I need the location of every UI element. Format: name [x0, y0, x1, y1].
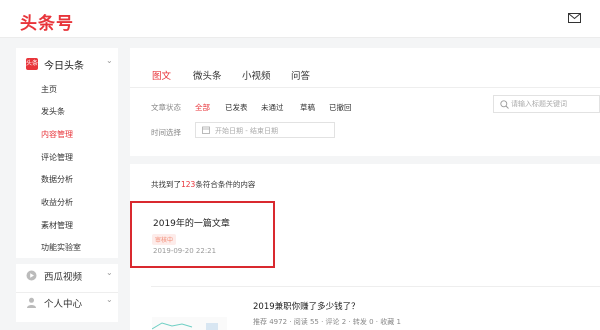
- sidebar-section-xigua[interactable]: 西瓜视频 ⌄: [26, 268, 114, 284]
- article-title[interactable]: 2019兼职你赚了多少钱了？: [253, 300, 360, 312]
- article-thumbnail[interactable]: [152, 317, 227, 330]
- status-option-withdrawn[interactable]: 已撤回: [329, 102, 352, 113]
- article-title[interactable]: 2019年的一篇文章: [153, 216, 230, 229]
- article-stats: 推荐 4972 · 阅读 55 · 评论 2 · 转发 0 · 收藏 1: [253, 318, 401, 326]
- sidebar-item-publish[interactable]: 发头条: [41, 106, 65, 117]
- toutiao-logo[interactable]: 头条号: [20, 9, 74, 34]
- tab-short-videos[interactable]: 小视频: [242, 68, 271, 82]
- search-input[interactable]: [511, 98, 599, 110]
- chevron-down-icon: ⌄: [106, 295, 113, 304]
- search-box[interactable]: [493, 95, 600, 113]
- tab-articles[interactable]: 图文: [152, 68, 171, 82]
- results-panel: 共找到了123条符合条件的内容 2019年的一篇文章 审核中 2019-09-2…: [130, 164, 600, 330]
- search-icon: [500, 100, 509, 109]
- result-count-number: 123: [181, 180, 196, 189]
- status-option-draft[interactable]: 草稿: [300, 102, 315, 113]
- article-card-highlighted[interactable]: 2019年的一篇文章 审核中 2019-09-20 22:21: [130, 201, 275, 268]
- time-filter-label: 时间选择: [151, 128, 181, 137]
- status-filter-label: 文章状态: [151, 103, 181, 112]
- sidebar-item-revenue[interactable]: 收益分析: [41, 197, 73, 208]
- chevron-down-icon: ⌄: [106, 56, 113, 65]
- result-count: 共找到了123条符合条件的内容: [151, 179, 255, 190]
- status-option-rejected[interactable]: 未通过: [261, 102, 284, 113]
- date-range-placeholder: 开始日期 - 结束日期: [215, 127, 278, 135]
- user-icon: [27, 297, 36, 308]
- calendar-icon: [202, 126, 210, 134]
- sidebar-item-materials[interactable]: 素材管理: [41, 220, 73, 231]
- article-date: 2019-09-20 22:21: [153, 247, 217, 255]
- date-range-picker[interactable]: 开始日期 - 结束日期: [195, 122, 335, 138]
- status-badge: 审核中: [152, 234, 177, 245]
- result-count-prefix: 共找到了: [151, 180, 181, 189]
- mail-icon[interactable]: [568, 13, 581, 23]
- divider: [151, 286, 600, 287]
- top-bar: 头条号: [0, 0, 600, 38]
- sidebar-section-toutiao[interactable]: 头条 今日头条 ⌄: [26, 56, 114, 72]
- sidebar-section-personal[interactable]: 个人中心 ⌄: [26, 295, 114, 311]
- sidebar-item-content-management[interactable]: 内容管理: [41, 129, 73, 140]
- result-count-suffix: 条符合条件的内容: [195, 180, 256, 189]
- sidebar-item-comments[interactable]: 评论管理: [41, 152, 73, 163]
- filter-panel: 图文 微头条 小视频 问答 文章状态 全部 已发表 未通过 草稿 已撤回 时间选…: [130, 48, 600, 156]
- status-option-published[interactable]: 已发表: [225, 102, 248, 113]
- sidebar-item-home[interactable]: 主页: [41, 84, 57, 95]
- toutiao-badge-icon: 头条: [26, 58, 38, 70]
- tab-micro-headlines[interactable]: 微头条: [193, 68, 222, 82]
- chevron-down-icon: ⌄: [106, 268, 113, 277]
- sidebar-secondary: 西瓜视频 ⌄ 个人中心 ⌄: [16, 264, 118, 322]
- sidebar-nav: 头条 今日头条 ⌄ 主页 发头条 内容管理 评论管理 数据分析 收益分析 素材管…: [16, 48, 118, 258]
- sidebar-section-label: 个人中心: [44, 299, 83, 310]
- xigua-icon: [26, 270, 37, 281]
- sidebar-section-label: 西瓜视频: [44, 272, 83, 283]
- sidebar-section-label: 今日头条: [44, 61, 84, 72]
- status-option-all[interactable]: 全部: [195, 102, 210, 113]
- divider: [16, 292, 118, 293]
- sidebar-item-data-analysis[interactable]: 数据分析: [41, 174, 73, 185]
- divider: [130, 87, 600, 88]
- tab-qa[interactable]: 问答: [291, 68, 310, 82]
- sidebar-item-lab[interactable]: 功能实验室: [41, 242, 81, 253]
